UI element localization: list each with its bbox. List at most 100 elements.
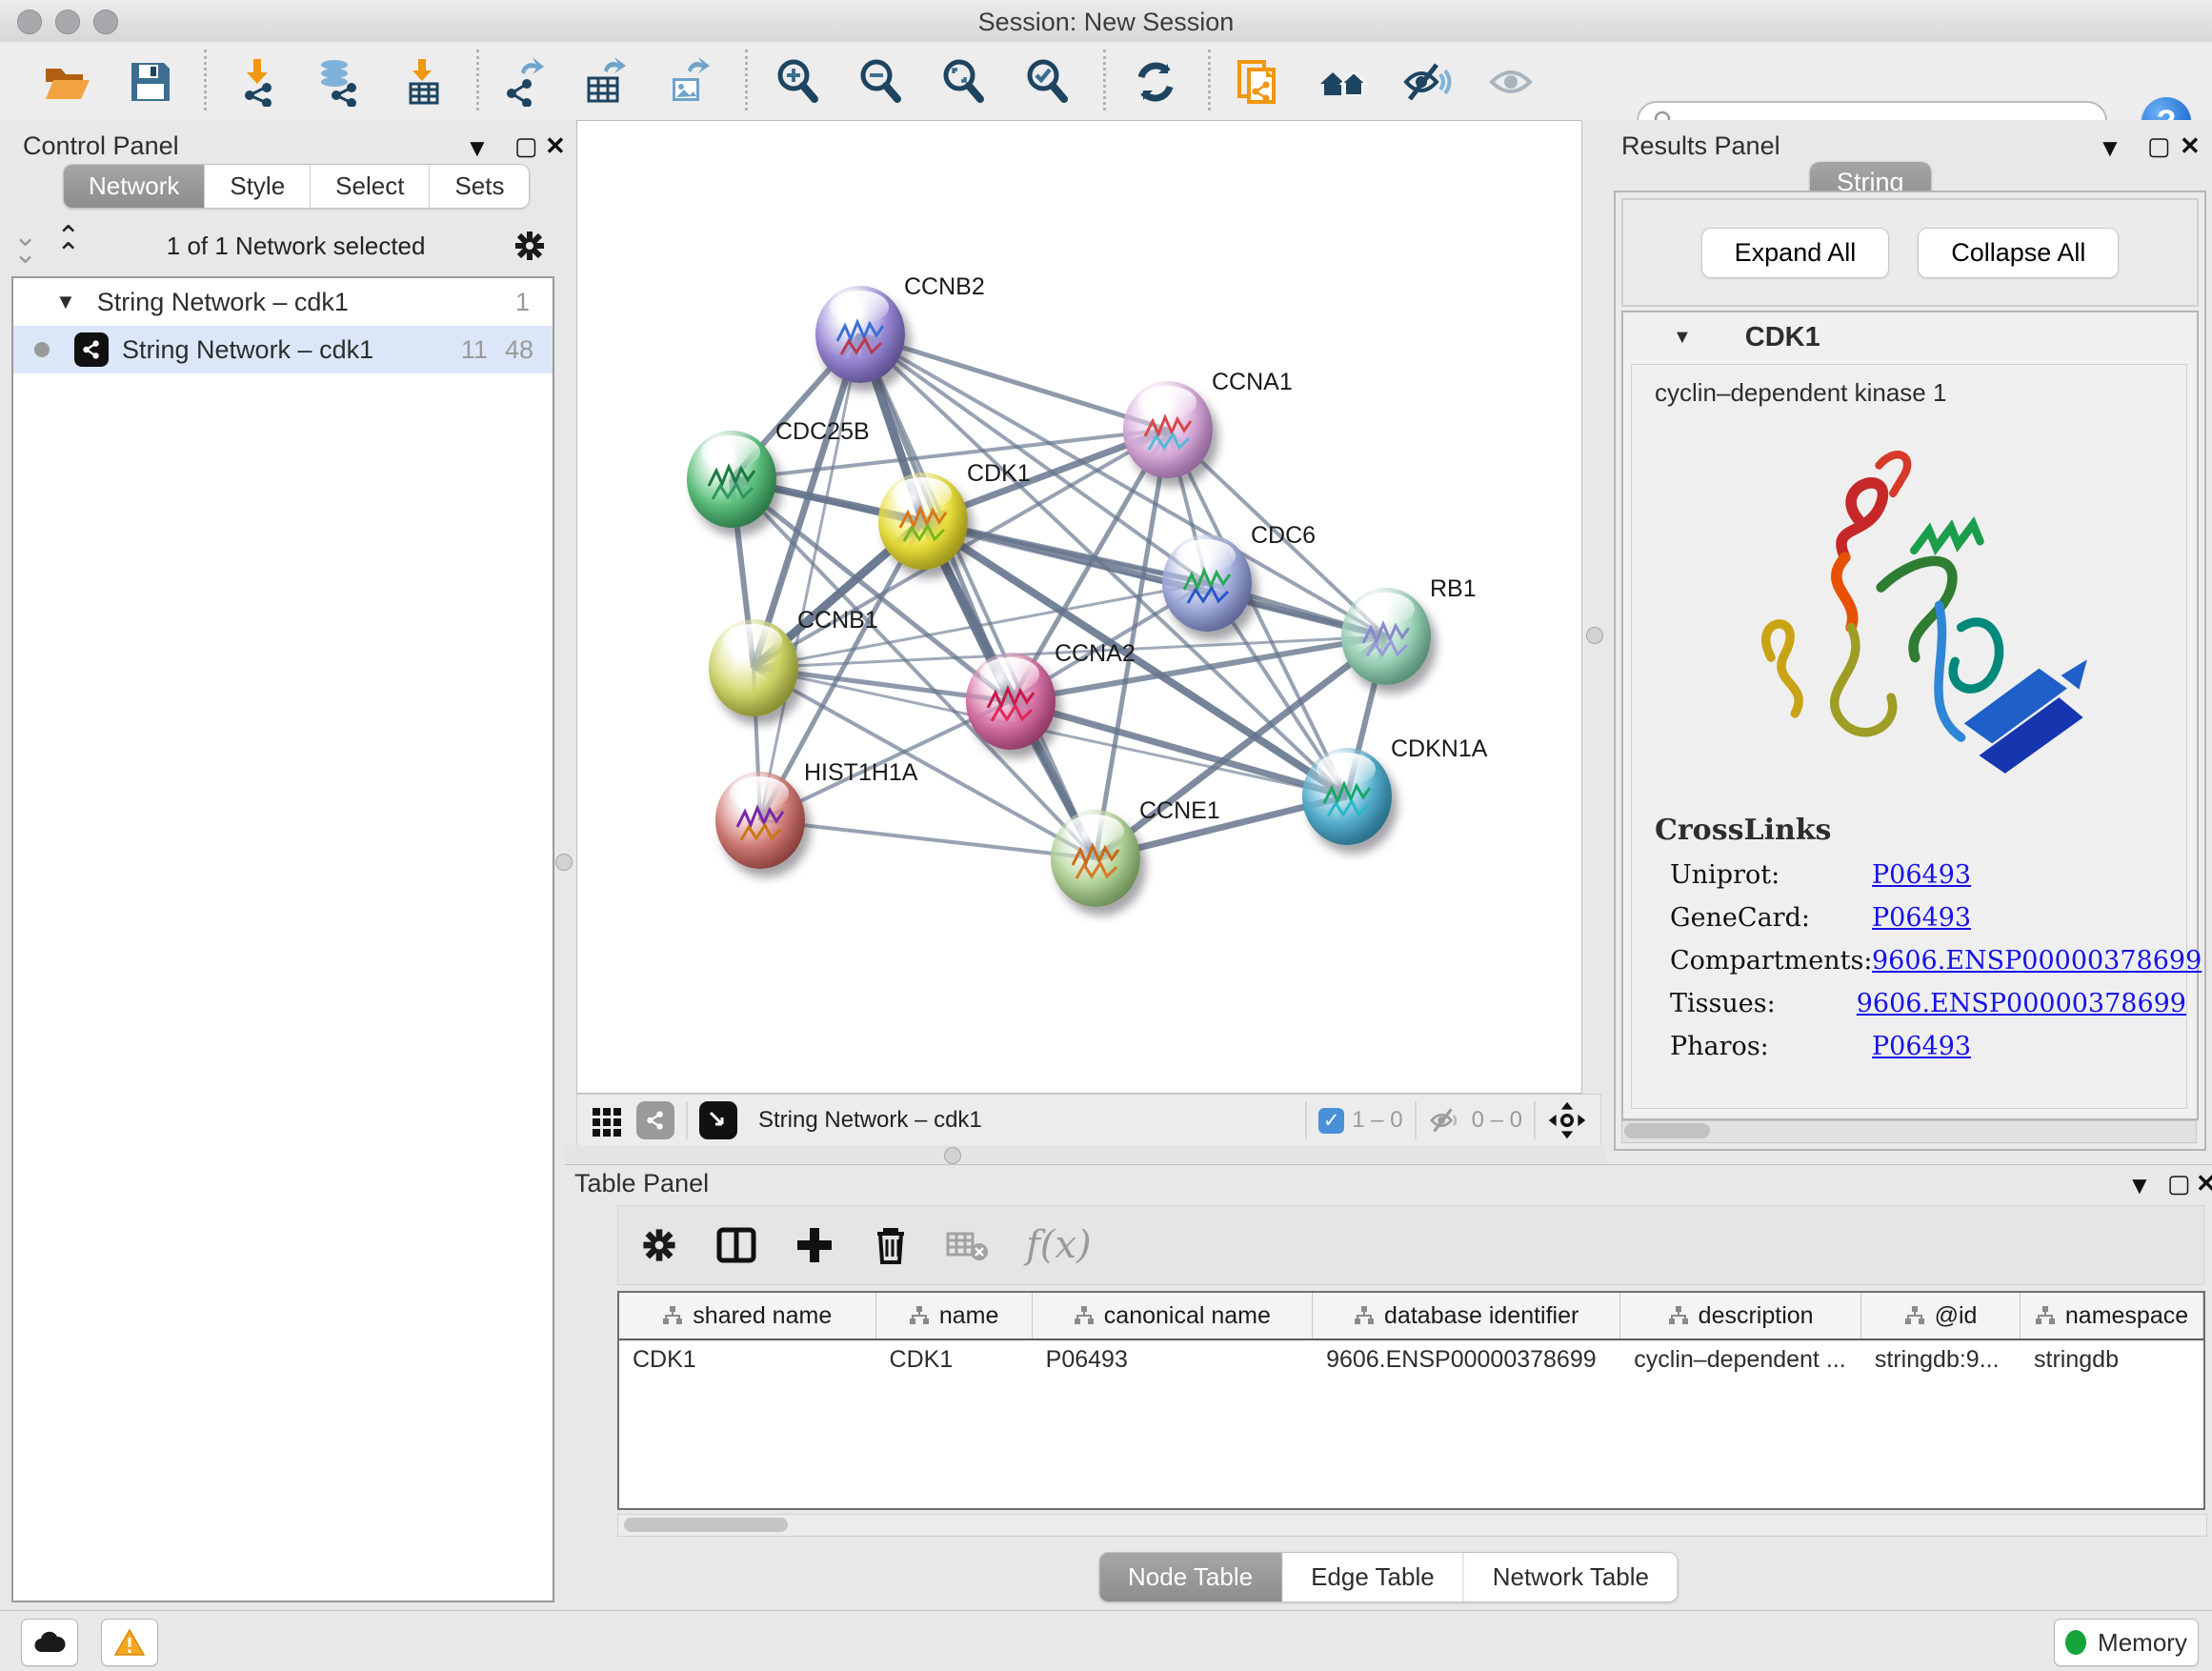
tab-edge-table[interactable]: Edge Table xyxy=(1282,1553,1464,1601)
expand-all-networks-icon[interactable]: ⌃⌃ xyxy=(56,229,80,263)
float-panel-icon[interactable]: ▼ xyxy=(465,135,490,160)
float-panel-icon[interactable]: ▼ xyxy=(2127,1173,2152,1198)
network-node-CDK1[interactable] xyxy=(878,473,968,570)
hide-selected-eye-icon[interactable] xyxy=(1400,55,1454,109)
gene-section-header[interactable]: ▼ CDK1 xyxy=(1623,312,2197,362)
network-node-CCNB2[interactable] xyxy=(815,286,905,383)
import-network-database-icon[interactable] xyxy=(312,55,365,109)
crosslink-link[interactable]: P06493 xyxy=(1872,903,1971,933)
zoom-fit-icon[interactable] xyxy=(937,55,991,109)
table-cell[interactable]: CDK1 xyxy=(619,1340,876,1380)
tab-style[interactable]: Style xyxy=(205,165,311,208)
network-canvas[interactable]: CCNB2CCNA1CDC25BCDK1CDC6RB1CCNB1CCNA2HIS… xyxy=(576,120,1582,1094)
table-options-gear-icon[interactable] xyxy=(639,1225,679,1265)
network-node-CCNA1[interactable] xyxy=(1123,381,1213,478)
network-node-RB1[interactable] xyxy=(1341,588,1431,685)
collection-expand-arrow-icon[interactable]: ▼ xyxy=(55,290,76,314)
expand-all-button[interactable]: Expand All xyxy=(1701,228,1890,278)
tab-network-table[interactable]: Network Table xyxy=(1464,1553,1678,1601)
show-all-eye-icon[interactable] xyxy=(1484,55,1538,109)
horizontal-splitter[interactable] xyxy=(565,1145,1606,1164)
close-panel-icon[interactable]: ✕ xyxy=(545,133,566,158)
zoom-in-icon[interactable] xyxy=(772,55,825,109)
network-node-CDKN1A[interactable] xyxy=(1302,748,1392,845)
table-cell[interactable]: stringdb xyxy=(2021,1340,2203,1380)
table-cell[interactable]: cyclin–dependent ... xyxy=(1620,1340,1861,1380)
column-header-description[interactable]: description xyxy=(1620,1293,1861,1339)
hidden-eye-icon[interactable] xyxy=(1428,1106,1462,1135)
maximize-panel-icon[interactable]: ▢ xyxy=(514,133,538,158)
show-columns-icon[interactable] xyxy=(715,1224,757,1266)
delete-column-icon[interactable] xyxy=(872,1224,910,1266)
network-node-CCNA2[interactable] xyxy=(966,653,1056,750)
pan-crosshair-icon[interactable] xyxy=(1547,1100,1587,1140)
tab-network[interactable]: Network xyxy=(64,165,205,208)
network-collection-row[interactable]: ▼ String Network – cdk1 1 xyxy=(13,278,553,326)
maximize-panel-icon[interactable]: ▢ xyxy=(2167,1171,2191,1196)
memory-button[interactable]: Memory xyxy=(2054,1619,2199,1666)
maximize-panel-icon[interactable]: ▢ xyxy=(2147,133,2171,158)
delete-table-icon[interactable] xyxy=(946,1226,990,1264)
collapse-all-button[interactable]: Collapse All xyxy=(1918,228,2119,278)
network-edge[interactable] xyxy=(760,334,860,820)
table-scrollbar[interactable] xyxy=(617,1514,2207,1537)
float-panel-icon[interactable]: ▼ xyxy=(2098,135,2122,160)
network-edge[interactable] xyxy=(923,521,1386,636)
open-session-icon[interactable] xyxy=(40,55,93,109)
cloud-status-button[interactable] xyxy=(21,1619,78,1666)
crosslink-link[interactable]: P06493 xyxy=(1872,860,1971,890)
clone-network-icon[interactable] xyxy=(1231,55,1284,109)
network-node-CCNE1[interactable] xyxy=(1051,810,1140,907)
table-cell[interactable]: 9606.ENSP00000378699 xyxy=(1313,1340,1620,1380)
close-panel-icon[interactable]: ✕ xyxy=(2180,133,2201,158)
column-header--id[interactable]: @id xyxy=(1861,1293,2021,1339)
column-header-database-identifier[interactable]: database identifier xyxy=(1313,1293,1620,1339)
section-expand-arrow-icon[interactable]: ▼ xyxy=(1673,327,1692,349)
grid-view-icon[interactable] xyxy=(591,1104,623,1137)
import-table-icon[interactable] xyxy=(397,55,451,109)
splitter-handle[interactable] xyxy=(944,1147,961,1164)
network-row[interactable]: String Network – cdk1 11 48 xyxy=(13,326,553,373)
column-header-name[interactable]: name xyxy=(876,1293,1033,1339)
network-edge[interactable] xyxy=(860,334,1168,430)
string-home-icon[interactable] xyxy=(1317,55,1370,109)
network-node-CDC25B[interactable] xyxy=(687,431,776,528)
column-header-shared-name[interactable]: shared name xyxy=(619,1293,876,1339)
export-image-icon[interactable] xyxy=(661,55,714,109)
network-node-CDC6[interactable] xyxy=(1162,534,1252,632)
network-view-type-icon[interactable] xyxy=(636,1101,674,1139)
network-node-HIST1H1A[interactable] xyxy=(715,772,805,869)
collapse-all-networks-icon[interactable]: ⌄⌄ xyxy=(13,229,37,263)
right-divider-handle[interactable] xyxy=(1586,627,1603,644)
crosslink-link[interactable]: 9606.ENSP00000378699 xyxy=(1872,946,2202,976)
network-edge[interactable] xyxy=(760,820,1096,858)
table-row[interactable]: CDK1CDK1P064939606.ENSP00000378699cyclin… xyxy=(619,1340,2203,1380)
network-options-gear-icon[interactable] xyxy=(512,228,548,264)
tab-sets[interactable]: Sets xyxy=(430,165,529,208)
birds-eye-view-icon[interactable] xyxy=(699,1101,737,1139)
zoom-selected-icon[interactable] xyxy=(1021,55,1075,109)
column-header-namespace[interactable]: namespace xyxy=(2021,1293,2203,1339)
save-session-icon[interactable] xyxy=(124,55,177,109)
tab-select[interactable]: Select xyxy=(311,165,430,208)
tab-node-table[interactable]: Node Table xyxy=(1099,1553,1282,1601)
add-column-icon[interactable] xyxy=(794,1224,835,1266)
crosslink-link[interactable]: P06493 xyxy=(1872,1032,1971,1061)
left-divider-handle[interactable] xyxy=(555,854,573,871)
results-scrollbar-thumb[interactable] xyxy=(1624,1123,1710,1138)
refresh-styles-icon[interactable] xyxy=(1129,55,1182,109)
warning-status-button[interactable] xyxy=(101,1619,158,1666)
zoom-out-icon[interactable] xyxy=(855,55,908,109)
table-scrollbar-thumb[interactable] xyxy=(624,1518,788,1532)
close-panel-icon[interactable]: ✕ xyxy=(2196,1171,2212,1196)
import-network-file-icon[interactable] xyxy=(231,55,284,109)
crosslink-link[interactable]: 9606.ENSP00000378699 xyxy=(1857,989,2186,1018)
table-cell[interactable]: CDK1 xyxy=(876,1340,1033,1380)
selected-nodes-checkbox[interactable]: ✓ xyxy=(1318,1108,1344,1134)
column-header-canonical-name[interactable]: canonical name xyxy=(1033,1293,1313,1339)
results-scrollbar[interactable] xyxy=(1621,1120,2197,1143)
table-cell[interactable]: stringdb:9... xyxy=(1861,1340,2021,1380)
export-table-icon[interactable] xyxy=(577,55,631,109)
export-network-icon[interactable] xyxy=(496,55,550,109)
table-cell[interactable]: P06493 xyxy=(1033,1340,1313,1380)
